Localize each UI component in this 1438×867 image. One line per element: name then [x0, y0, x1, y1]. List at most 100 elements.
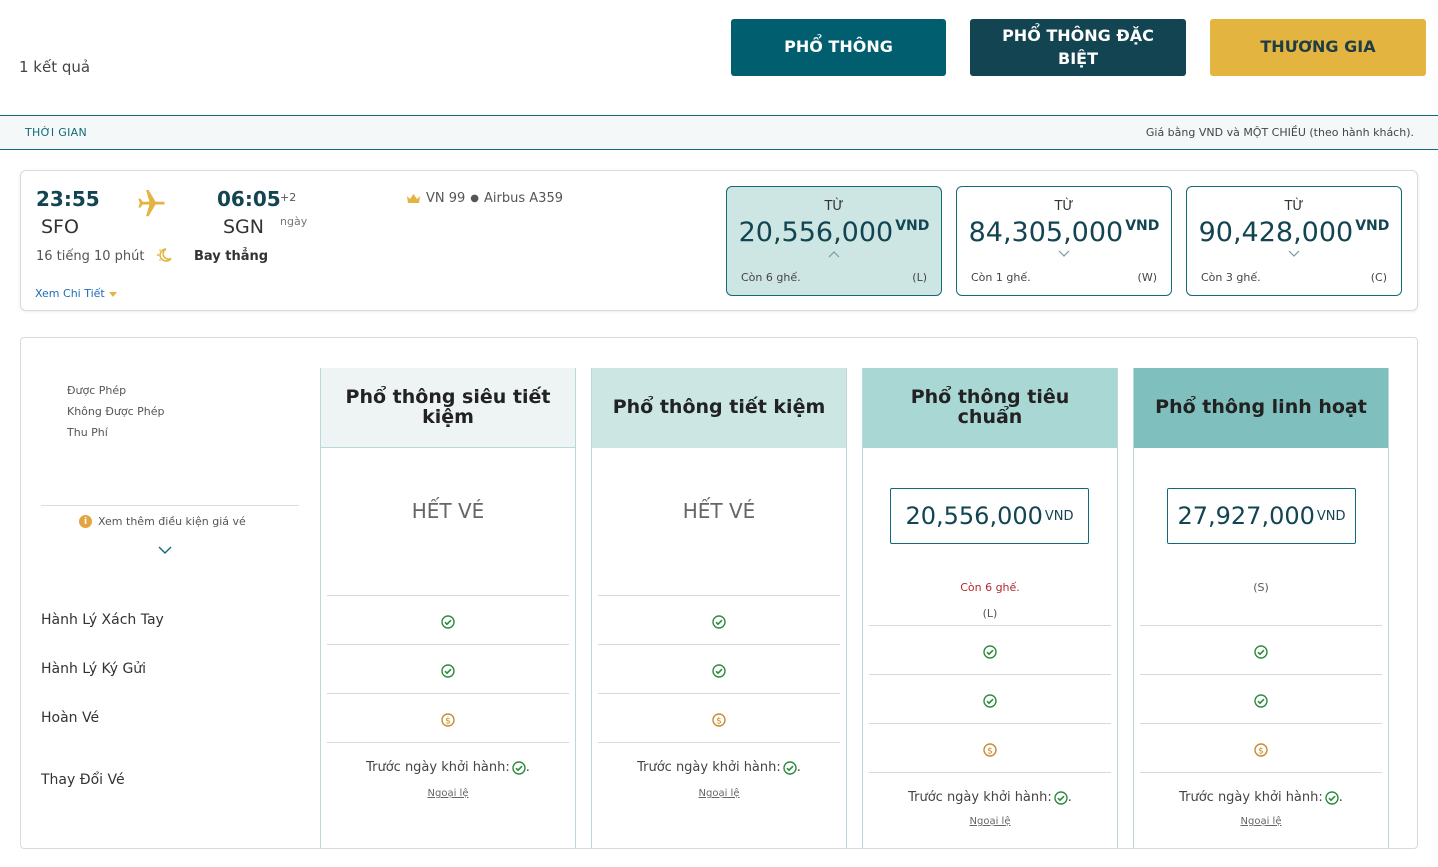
exception-link[interactable]: Ngoại lệ: [1134, 816, 1388, 827]
fare-detail-panel: Được Phép Không Được Phép Thu Phí i Xem …: [20, 337, 1418, 849]
check-icon: [983, 645, 997, 659]
flight-card: 23:55 SFO 06:05 +2 SGN ngày 16 tiếng 10 …: [20, 170, 1418, 311]
row-divider: [327, 742, 569, 743]
sort-bar: THỜI GIAN Giá bằng VND và MỘT CHIỀU (the…: [0, 115, 1438, 150]
sold-out-label: HẾT VÉ: [682, 499, 756, 523]
sort-time-label[interactable]: THỜI GIAN: [25, 126, 87, 139]
fare-seats: Còn 1 ghế.: [971, 271, 1031, 284]
fare-from-label: TỪ: [1284, 199, 1304, 214]
fare-economy[interactable]: TỪ 20,556,000 VND Còn 6 ghế. (L): [726, 186, 942, 296]
fare-column-standard: Phổ thông tiêu chuẩn 20,556,000 VND Còn 6…: [862, 368, 1118, 848]
day-label: ngày: [280, 215, 308, 228]
svg-text:$: $: [445, 717, 451, 727]
fare-seats: Còn 3 ghế.: [1201, 271, 1261, 284]
row-divider: [869, 723, 1111, 724]
row-divider: [869, 625, 1111, 626]
fee-dollar-icon: $: [441, 713, 455, 727]
svg-text:$: $: [1258, 747, 1264, 757]
row-label-change: Thay Đổi Vé: [41, 772, 125, 788]
more-conditions-link[interactable]: i Xem thêm điều kiện giá vé: [79, 515, 246, 528]
fare-from-label: TỪ: [824, 199, 844, 214]
column-title: Phổ thông linh hoạt: [1134, 368, 1388, 448]
check-icon: [1254, 694, 1268, 708]
fare-price-button[interactable]: 20,556,000 VND: [890, 488, 1089, 544]
check-icon: [441, 664, 455, 678]
cabin-premium-economy-button[interactable]: PHỔ THÔNG ĐẶC BIỆT: [970, 19, 1186, 76]
fare-premium-economy[interactable]: TỪ 84,305,000 VND Còn 1 ghế. (W): [956, 186, 1172, 296]
cabin-business-button[interactable]: THƯƠNG GIA: [1210, 19, 1426, 76]
airplane-icon: [138, 189, 165, 217]
arrival-time: 06:05: [217, 187, 281, 211]
row-divider: [1140, 723, 1382, 724]
sold-out-label: HẾT VÉ: [411, 499, 485, 523]
fare-class: (L): [912, 271, 927, 284]
fare-seats: Còn 6 ghế.: [741, 271, 801, 284]
column-title: Phổ thông siêu tiết kiệm: [321, 368, 575, 448]
legend-fee: Thu Phí: [67, 426, 108, 439]
exception-link[interactable]: Ngoại lệ: [321, 788, 575, 799]
check-icon: [983, 694, 997, 708]
check-icon: [712, 664, 726, 678]
chevron-down-icon: [1288, 250, 1300, 257]
column-title: Phổ thông tiêu chuẩn: [863, 368, 1117, 448]
aircraft-type: Airbus A359: [484, 191, 563, 206]
change-condition: Trước ngày khởi hành:.: [637, 760, 801, 775]
row-divider: [327, 693, 569, 694]
overnight-moon-icon: [157, 248, 172, 262]
exception-link[interactable]: Ngoại lệ: [592, 788, 846, 799]
fare-class: (W): [1137, 271, 1157, 284]
svg-text:$: $: [987, 747, 993, 757]
booking-class: (S): [1253, 581, 1269, 594]
row-divider: [598, 742, 840, 743]
arrival-airport: SGN: [223, 216, 264, 238]
fare-price: 90,428,000 VND: [1198, 217, 1390, 248]
fare-price-button[interactable]: 27,927,000 VND: [1167, 488, 1356, 544]
row-label-refund: Hoàn Vé: [41, 710, 100, 726]
row-divider: [869, 772, 1111, 773]
row-divider: [327, 644, 569, 645]
row-divider: [869, 674, 1111, 675]
fare-column-super-saver: Phổ thông siêu tiết kiệm HẾT VÉ $ Trước …: [320, 368, 576, 848]
legend-allowed: Được Phép: [67, 384, 127, 397]
fare-column-flex: Phổ thông linh hoạt 27,927,000 VND (S) $ …: [1133, 368, 1389, 848]
divider: [41, 505, 299, 506]
svg-text:$: $: [716, 717, 722, 727]
chevron-down-icon[interactable]: [158, 546, 172, 555]
chevron-down-icon: [1058, 250, 1070, 257]
booking-class: (L): [982, 607, 998, 620]
results-count: 1 kết quả: [19, 58, 91, 76]
fare-from-label: TỪ: [1054, 199, 1074, 214]
fare-class: (C): [1370, 271, 1387, 284]
crown-icon: [407, 194, 420, 203]
view-details-link[interactable]: Xem Chi Tiết: [35, 287, 117, 300]
row-label-carry-on: Hành Lý Xách Tay: [41, 612, 164, 628]
row-divider: [327, 595, 569, 596]
price-note: Giá bằng VND và MỘT CHIỀU (theo hành khá…: [1145, 126, 1414, 139]
check-icon: [1254, 645, 1268, 659]
cabin-economy-button[interactable]: PHỔ THÔNG: [731, 19, 946, 76]
fee-dollar-icon: $: [712, 713, 726, 727]
chevron-up-icon: [828, 251, 840, 258]
nonstop-label: Bay thẳng: [194, 249, 269, 264]
flight-number: VN 99: [426, 191, 466, 206]
row-divider: [1140, 772, 1382, 773]
departure-time: 23:55: [36, 187, 100, 211]
legend: Được Phép Không Được Phép Thu Phí: [67, 380, 165, 443]
exception-link[interactable]: Ngoại lệ: [863, 816, 1117, 827]
departure-airport: SFO: [41, 216, 79, 238]
change-condition: Trước ngày khởi hành:.: [1179, 790, 1343, 805]
fare-column-saver: Phổ thông tiết kiệm HẾT VÉ $ Trước ngày …: [591, 368, 847, 848]
row-divider: [598, 595, 840, 596]
fee-dollar-icon: $: [983, 743, 997, 757]
row-label-checked: Hành Lý Ký Gửi: [41, 661, 147, 677]
view-details-label: Xem Chi Tiết: [35, 287, 105, 300]
more-conditions-label: Xem thêm điều kiện giá vé: [98, 515, 246, 528]
arrival-plus-days: +2: [280, 191, 297, 204]
seats-left: Còn 6 ghế.: [960, 581, 1020, 594]
flight-duration: 16 tiếng 10 phút: [36, 249, 145, 264]
fare-price: 84,305,000 VND: [968, 217, 1160, 248]
bullet-separator: ●: [470, 193, 480, 204]
fare-business[interactable]: TỪ 90,428,000 VND Còn 3 ghế. (C): [1186, 186, 1402, 296]
legend-not-allowed: Không Được Phép: [67, 405, 165, 418]
check-icon: [441, 615, 455, 629]
